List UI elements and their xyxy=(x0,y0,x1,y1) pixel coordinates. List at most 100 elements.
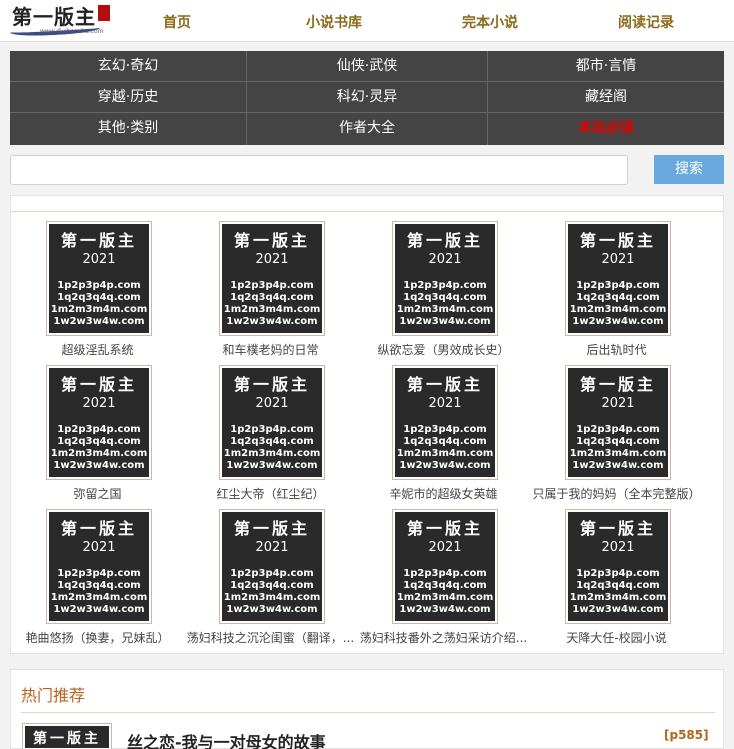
nav-home[interactable]: 首页 xyxy=(163,12,191,32)
cover-url-line: 1m2m3m4m.com xyxy=(396,592,494,603)
book-cover[interactable]: 第一版主 2021 1p2p3p4p.com 1q2q3q4q.com 1m2m3m4m… xyxy=(47,222,151,335)
book-item[interactable]: 第一版主 2021 1p2p3p4p.com 1q2q3q4q.com 1m2m3m4m… xyxy=(11,510,184,650)
book-title[interactable]: 纵欲忘爱（男效成长史） xyxy=(357,341,530,358)
book-item[interactable]: 第一版主 2021 1p2p3p4p.com 1q2q3q4q.com 1m2m3m4m… xyxy=(184,366,357,506)
category-item[interactable]: 其他·类别 xyxy=(10,113,247,145)
logo-url: www.diyibanzhu.com xyxy=(40,28,104,35)
cover-url-line: 1w2w3w4w.com xyxy=(226,316,318,327)
cover-url-line: 1p2p3p4p.com xyxy=(403,568,487,579)
category-item[interactable]: 穿越·历史 xyxy=(10,82,247,113)
cover-url-line: 1w2w3w4w.com xyxy=(53,460,145,471)
book-item[interactable]: 第一版主 2021 1p2p3p4p.com 1q2q3q4q.com 1m2m3m4m… xyxy=(530,366,703,506)
book-title[interactable]: 辛妮市的超级女英雄 xyxy=(357,485,530,502)
cover-url-line: 1q2q3q4q.com xyxy=(403,436,487,447)
cover-url-line: 1q2q3q4q.com xyxy=(576,436,660,447)
book-title[interactable]: 和车樸老妈的日常 xyxy=(184,341,357,358)
cover-url-line: 1p2p3p4p.com xyxy=(57,280,141,291)
book-title[interactable]: 荡妇科技番外之荡妇采访介绍... xyxy=(357,629,530,646)
category-item[interactable]: 都市·言情 xyxy=(488,51,724,82)
book-cover[interactable]: 第一版主 2021 1p2p3p4p.com 1q2q3q4q.com 1m2m3m4m… xyxy=(566,510,670,623)
cover-title: 第一版主 xyxy=(233,231,310,250)
book-title[interactable]: 后出轨时代 xyxy=(530,341,703,358)
book-item[interactable]: 第一版主 2021 1p2p3p4p.com 1q2q3q4q.com 1m2m3m4m… xyxy=(184,222,357,362)
category-item[interactable]: 玄幻·奇幻 xyxy=(10,51,247,82)
cover-title: 第一版主 xyxy=(579,519,656,538)
cover-title: 第一版主 xyxy=(60,375,137,394)
cover-urls: 1p2p3p4p.com 1q2q3q4q.com 1m2m3m4m.com 1w2w… xyxy=(395,568,495,616)
cover-url-line: 1q2q3q4q.com xyxy=(57,292,141,303)
cover-url-line: 1m2m3m4m.com xyxy=(569,304,667,315)
cover-url-line: 1m2m3m4m.com xyxy=(223,304,321,315)
book-item[interactable]: 第一版主 2021 1p2p3p4p.com 1q2q3q4q.com 1m2m3m4m… xyxy=(357,222,530,362)
site-logo[interactable]: 第一版主 www.diyibanzhu.com xyxy=(9,3,112,39)
book-cover[interactable]: 第一版主 2021 1p2p3p4p.com 1q2q3q4q.com 1m2m3m4m… xyxy=(566,222,670,335)
cover-urls: 1p2p3p4p.com 1q2q3q4q.com 1m2m3m4m.com 1w2w… xyxy=(222,424,322,472)
search-button[interactable]: 搜索 xyxy=(654,155,724,184)
cover-url-line: 1w2w3w4w.com xyxy=(53,604,145,615)
book-cover[interactable]: 第一版主 2021 1p2p3p4p.com 1q2q3q4q.com 1m2m3m4m… xyxy=(47,366,151,479)
book-title[interactable]: 只属于我的妈妈（全本完整版） xyxy=(530,485,703,502)
cover-url-line: 1q2q3q4q.com xyxy=(403,580,487,591)
cover-url-line: 1q2q3q4q.com xyxy=(230,292,314,303)
logo-seal xyxy=(98,5,110,21)
cover-url-line: 1q2q3q4q.com xyxy=(403,292,487,303)
hot-book-title[interactable]: 丝之恋-我与一对母女的故事 xyxy=(127,729,326,749)
cover-year: 2021 xyxy=(82,396,116,411)
cover-year: 2021 xyxy=(428,252,462,267)
book-title[interactable]: 超级淫乱系统 xyxy=(11,341,184,358)
cover-url-line: 1w2w3w4w.com xyxy=(572,604,664,615)
search-input[interactable] xyxy=(10,155,628,185)
cover-url-line: 1p2p3p4p.com xyxy=(230,424,314,435)
cover-url-line: 1m2m3m4m.com xyxy=(569,592,667,603)
cover-url-line: 1p2p3p4p.com xyxy=(403,280,487,291)
cover-urls: 1p2p3p4p.com 1q2q3q4q.com 1m2m3m4m.com 1w2w… xyxy=(568,568,668,616)
category-item-must-read[interactable]: 本站必读 xyxy=(488,113,724,145)
book-title[interactable]: 弥留之国 xyxy=(11,485,184,502)
book-cover[interactable]: 第一版主 2021 1p2p3p4p.com 1q2q3q4q.com 1m2m3m4m… xyxy=(47,510,151,623)
cover-url-line: 1p2p3p4p.com xyxy=(403,424,487,435)
category-item[interactable]: 藏经阁 xyxy=(488,82,724,113)
cover-url-line: 1w2w3w4w.com xyxy=(53,316,145,327)
book-item[interactable]: 第一版主 2021 1p2p3p4p.com 1q2q3q4q.com 1m2m3m4m… xyxy=(357,366,530,506)
cover-url-line: 1w2w3w4w.com xyxy=(399,604,491,615)
book-cover[interactable]: 第一版主 2021 1p2p3p4p.com 1q2q3q4q.com 1m2m3m4m… xyxy=(393,510,497,623)
nav-history[interactable]: 阅读记录 xyxy=(618,12,674,32)
nav-completed[interactable]: 完本小说 xyxy=(462,12,518,32)
book-item[interactable]: 第一版主 2021 1p2p3p4p.com 1q2q3q4q.com 1m2m3m4m… xyxy=(11,222,184,362)
cover-url-line: 1m2m3m4m.com xyxy=(396,448,494,459)
book-cover[interactable]: 第一版主 2021 1p2p3p4p.com 1q2q3q4q.com 1m2m3m4m… xyxy=(220,510,324,623)
cover-year: 2021 xyxy=(428,396,462,411)
book-item[interactable]: 第一版主 2021 1p2p3p4p.com 1q2q3q4q.com 1m2m3m4m… xyxy=(11,366,184,506)
book-title[interactable]: 天降大任-校园小说 xyxy=(530,629,703,646)
cover-url-line: 1p2p3p4p.com xyxy=(230,280,314,291)
book-item[interactable]: 第一版主 2021 1p2p3p4p.com 1q2q3q4q.com 1m2m3m4m… xyxy=(530,510,703,650)
category-item[interactable]: 科幻·灵异 xyxy=(247,82,488,113)
nav-library[interactable]: 小说书库 xyxy=(306,12,362,32)
book-cover[interactable]: 第一版主 2021 1p2p3p4p.com 1q2q3q4q.com 1m2m3m4m… xyxy=(393,366,497,479)
book-cover[interactable]: 第一版主 2021 1p2p3p4p.com 1q2q3q4q.com 1m2m3m4m… xyxy=(220,366,324,479)
cover-url-line: 1q2q3q4q.com xyxy=(230,580,314,591)
cover-year: 2021 xyxy=(255,540,289,555)
book-title[interactable]: 红尘大帝（红尘纪） xyxy=(184,485,357,502)
category-item[interactable]: 仙侠·武侠 xyxy=(247,51,488,82)
book-item[interactable]: 第一版主 2021 1p2p3p4p.com 1q2q3q4q.com 1m2m3m4m… xyxy=(530,222,703,362)
cover-title: 第一版主 xyxy=(579,231,656,250)
book-cover[interactable]: 第一版主 2021 1p2p3p4p.com 1q2q3q4q.com 1m2m3m4m… xyxy=(566,366,670,479)
book-item[interactable]: 第一版主 2021 1p2p3p4p.com 1q2q3q4q.com 1m2m3m4m… xyxy=(184,510,357,650)
cover-urls: 1p2p3p4p.com 1q2q3q4q.com 1m2m3m4m.com 1w2w… xyxy=(568,424,668,472)
book-item[interactable]: 第一版主 2021 1p2p3p4p.com 1q2q3q4q.com 1m2m3m4m… xyxy=(357,510,530,650)
book-cover[interactable]: 第一版主 2021 1p2p3p4p.com 1q2q3q4q.com 1m2m3m4m… xyxy=(393,222,497,335)
cover-url-line: 1m2m3m4m.com xyxy=(569,448,667,459)
cover-url-line: 1w2w3w4w.com xyxy=(399,460,491,471)
cover-urls: 1p2p3p4p.com 1q2q3q4q.com 1m2m3m4m.com 1w2w… xyxy=(568,280,668,328)
cover-title: 第一版主 xyxy=(406,519,483,538)
book-title[interactable]: 荡妇科技之沉沦闺蜜（翻译，... xyxy=(184,629,357,646)
book-cover[interactable]: 第一版主 2021 1p2p3p4p.com 1q2q3q4q.com 1m2m3m4m… xyxy=(220,222,324,335)
hot-book-cover[interactable]: 第一版主 xyxy=(23,724,111,749)
cover-url-line: 1p2p3p4p.com xyxy=(57,424,141,435)
cover-title: 第一版主 xyxy=(60,519,137,538)
category-item[interactable]: 作者大全 xyxy=(247,113,488,145)
cover-title: 第一版主 xyxy=(406,231,483,250)
book-title[interactable]: 艳曲悠扬（换妻，兄妹乱） xyxy=(11,629,184,646)
cover-url-line: 1m2m3m4m.com xyxy=(50,304,148,315)
